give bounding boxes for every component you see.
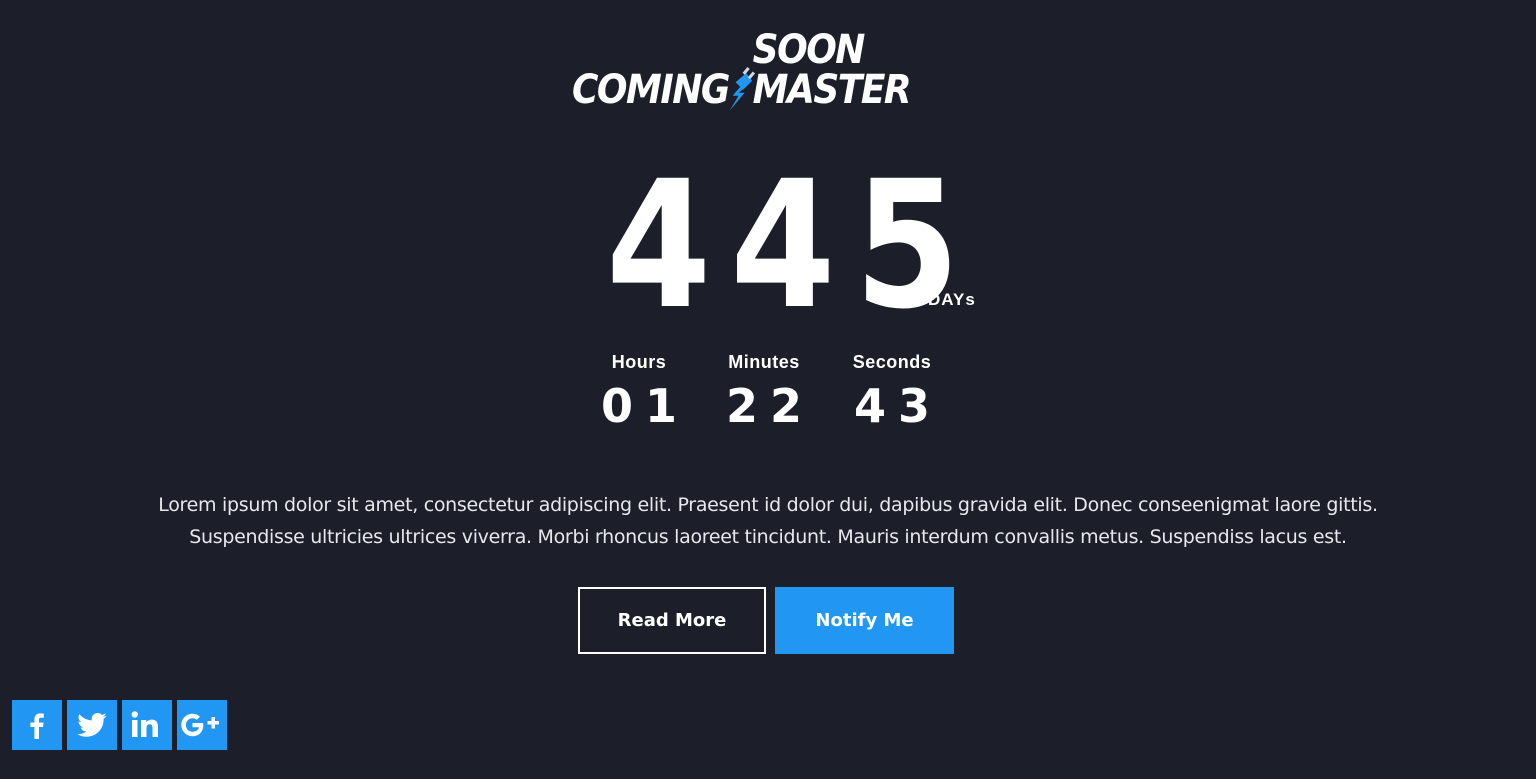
description-text: Lorem ipsum dolor sit amet, consectetur … [158, 494, 1378, 548]
read-more-button[interactable]: Read More [578, 587, 766, 654]
site-logo[interactable]: COMING SOON MASTER [572, 30, 964, 120]
hours-label: Hours [611, 352, 667, 372]
minutes-counter: Minutes 22 [709, 352, 819, 432]
facebook-button[interactable] [12, 700, 62, 750]
hours-value: 01 [600, 379, 689, 433]
minutes-label: Minutes [728, 352, 800, 372]
google-plus-button[interactable] [177, 700, 227, 750]
linkedin-icon [131, 711, 158, 737]
twitter-button[interactable] [67, 700, 117, 750]
minutes-value: 22 [725, 379, 814, 433]
seconds-counter: Seconds 43 [837, 352, 947, 432]
days-value: 445 [606, 143, 979, 348]
seconds-label: Seconds [852, 352, 932, 372]
logo-text-right: SOON MASTER [752, 27, 912, 114]
hours-counter: Hours 01 [584, 352, 694, 432]
seconds-value: 43 [853, 379, 942, 433]
days-counter: 445 DAYs [606, 143, 979, 348]
twitter-icon [77, 713, 107, 737]
social-links [12, 700, 227, 750]
google-plus-icon [181, 713, 219, 737]
facebook-icon [30, 713, 44, 739]
linkedin-button[interactable] [122, 700, 172, 750]
notify-me-button[interactable]: Notify Me [775, 587, 954, 654]
logo-text-left: COMING [572, 67, 730, 114]
